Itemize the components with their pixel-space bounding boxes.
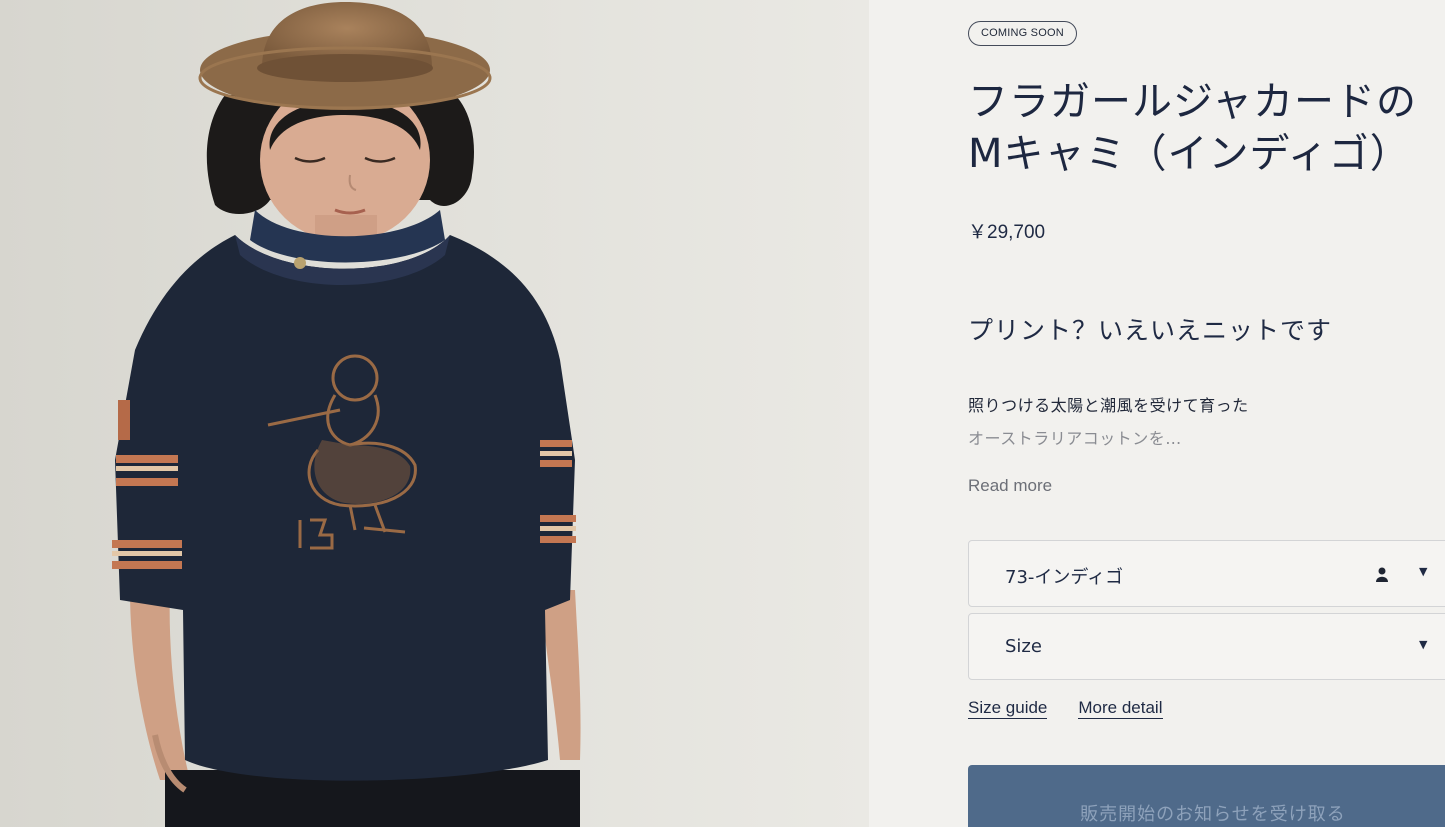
size-select-value: Size	[1005, 636, 1042, 657]
product-title: フラガールジャカードの Mキャミ（インディゴ）	[968, 76, 1445, 180]
more-detail-link[interactable]: More detail	[1078, 698, 1163, 719]
product-photo	[0, 0, 869, 827]
chevron-down-icon: ▼	[1419, 638, 1428, 651]
size-guide-link[interactable]: Size guide	[968, 698, 1048, 719]
person-silhouette-icon	[1376, 567, 1388, 582]
product-subheading: プリント？いえいえニットです	[968, 316, 1333, 345]
product-links: Size guide More detail	[968, 698, 1163, 719]
chevron-down-icon: ▼	[1419, 565, 1428, 578]
description-line-1: 照りつける太陽と潮風を受けて育った	[968, 396, 1249, 415]
notify-restock-label: 販売開始のお知らせを受け取る	[1080, 804, 1346, 825]
product-title-line1: フラガールジャカードの	[968, 79, 1417, 125]
color-select-value: 73-インディゴ	[1005, 567, 1124, 588]
color-select[interactable]: 73-インディゴ ▼	[968, 540, 1445, 607]
product-price: ￥29,700	[968, 222, 1046, 243]
model-illustration	[0, 0, 869, 827]
read-more-link[interactable]: Read more	[968, 476, 1052, 496]
product-title-line2: Mキャミ（インディゴ）	[968, 131, 1411, 177]
coming-soon-badge: COMING SOON	[968, 21, 1077, 46]
size-select[interactable]: Size ▼	[968, 613, 1445, 680]
notify-restock-button[interactable]: 販売開始のお知らせを受け取る	[968, 765, 1445, 827]
product-info-panel: COMING SOON フラガールジャカードの Mキャミ（インディゴ） ￥29,…	[869, 0, 1445, 827]
description-line-2: オーストラリアコットンを…	[968, 429, 1182, 448]
